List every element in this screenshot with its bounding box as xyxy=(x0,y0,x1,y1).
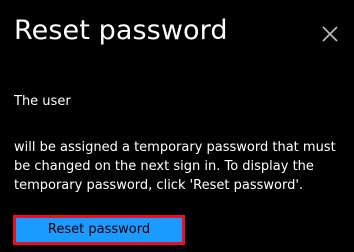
panel-title: Reset password xyxy=(14,15,228,46)
reset-password-panel: Reset password The user will be assigned… xyxy=(0,0,354,252)
message-user: The user xyxy=(14,94,71,109)
close-icon xyxy=(322,26,338,42)
reset-password-button[interactable]: Reset password xyxy=(16,218,182,242)
close-button[interactable] xyxy=(318,22,342,46)
message-body: will be assigned a temporary password th… xyxy=(14,140,336,193)
